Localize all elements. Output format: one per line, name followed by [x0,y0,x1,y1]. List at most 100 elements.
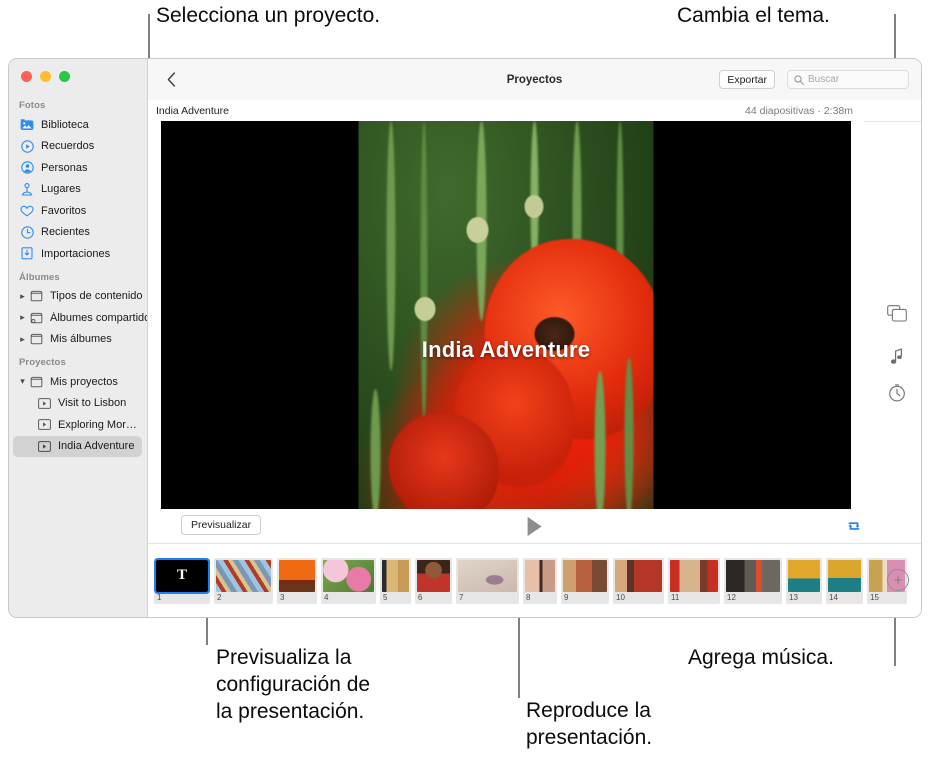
sidebar-item-tipos-de-contenido[interactable]: ▸ Tipos de contenido [9,286,147,308]
slide-preview[interactable]: India Adventure [161,120,851,511]
sidebar-item-lugares[interactable]: Lugares [9,179,147,201]
music-note-icon[interactable] [885,345,909,369]
sidebar-item-label: Tipos de contenido [50,290,143,303]
places-pin-icon [19,182,35,196]
sidebar-scroll[interactable]: Fotos Biblioteca Recuerdos Personas Luga… [9,93,148,457]
minimize-button[interactable] [40,71,51,82]
sidebar-header-fotos: Fotos [19,100,46,111]
window-traffic-lights [21,71,70,82]
screenshot-root: Selecciona un proyecto. Cambia el tema. … [0,0,931,766]
thumbnail-image [417,559,450,592]
slide-photo [358,120,654,511]
thumbnail-number: 12 [727,592,736,602]
sidebar-item-recientes[interactable]: Recientes [9,222,147,244]
sidebar-item-mis-proyectos[interactable]: ▾ Mis proyectos [9,371,147,393]
thumbnail-image [726,559,780,592]
import-icon [19,247,35,261]
people-icon [19,161,35,175]
thumbnail-number: 3 [280,592,285,602]
sidebar-item-recuerdos[interactable]: Recuerdos [9,136,147,158]
thumbnail-13[interactable]: 13 [786,557,822,604]
slide-title-text: India Adventure [421,336,591,362]
sidebar-item-mis-albumes[interactable]: ▸ Mis álbumes [9,329,147,351]
thumbnail-number: 8 [526,592,531,602]
thumbnail-7[interactable]: 7 [456,557,519,604]
sidebar-item-label: Importaciones [41,247,111,260]
sidebar-item-india-adventure[interactable]: India Adventure [13,435,142,457]
preview-button[interactable]: Previsualizar [181,515,262,535]
chevron-right-icon[interactable]: ▸ [18,313,27,322]
thumbnail-number: 4 [324,592,329,602]
thumbnail-number: 2 [217,592,222,602]
slideshow-icon [36,396,52,410]
sidebar-item-albumes-compartidos[interactable]: ▸ Álbumes compartidos [9,307,148,329]
loop-repeat-icon[interactable] [844,516,864,536]
chevron-right-icon[interactable]: ▸ [18,291,27,301]
thumbnail-1[interactable]: T 1 [154,557,210,604]
main-panel: Proyectos Exportar Buscar India Adventur… [148,59,921,617]
slide-filmstrip[interactable]: T 1 2 3 4 5 6 7 8 9 10 11 12 13 14 15 + [148,544,921,617]
sidebar-item-visit-to-lisbon[interactable]: Visit to Lisbon [9,393,147,415]
thumbnail-6[interactable]: 6 [415,557,452,604]
sidebar-item-label: Álbumes compartidos [50,311,148,324]
sidebar-item-label: Mis proyectos [50,375,118,388]
chevron-right-icon[interactable]: ▸ [18,334,27,344]
thumbnail-3[interactable]: 3 [277,557,317,604]
theme-cards-icon[interactable] [885,301,909,325]
folder-icon [28,289,44,303]
thumbnail-5[interactable]: 5 [380,557,411,604]
project-name: India Adventure [156,104,229,117]
thumbnail-14[interactable]: 14 [826,557,863,604]
callout-select-project: Selecciona un proyecto. [156,4,381,27]
thumbnail-9[interactable]: 9 [561,557,609,604]
plus-circle-icon[interactable]: + [887,569,909,591]
thumbnail-11[interactable]: 11 [668,557,720,604]
playback-controls: Previsualizar [148,509,921,544]
thumbnail-image [279,559,315,592]
thumbnail-image [670,559,718,592]
sidebar-item-biblioteca[interactable]: Biblioteca [9,114,147,136]
search-input[interactable]: Buscar [787,70,909,89]
callout-change-theme: Cambia el tema. [677,4,830,27]
thumbnail-12[interactable]: 12 [724,557,782,604]
toolbar-right-group: Exportar Buscar [719,59,909,100]
sidebar-item-exploring-mor[interactable]: Exploring Mor… [9,414,147,436]
chevron-left-icon[interactable] [162,71,180,89]
play-triangle-icon[interactable] [524,513,546,539]
slide-canvas[interactable]: India Adventure [148,120,864,511]
callout-add-music: Agrega música. [688,646,834,669]
heart-icon [19,204,35,218]
options-rail [864,121,921,510]
sidebar-header-albumes: Álbumes [19,271,60,283]
thumbnail-8[interactable]: 8 [523,557,557,604]
sidebar-item-label: Mis álbumes [50,333,112,346]
shared-folder-icon [28,311,44,325]
photos-library-icon [19,118,35,132]
sidebar-item-personas[interactable]: Personas [9,157,147,179]
thumbnail-image [615,559,662,592]
zoom-button[interactable] [59,71,70,82]
thumbnail-image [563,559,607,592]
sidebar-item-importaciones[interactable]: Importaciones [9,243,147,265]
sidebar: Fotos Biblioteca Recuerdos Personas Luga… [9,59,148,617]
search-placeholder: Buscar [808,74,840,85]
toolbar: Proyectos Exportar Buscar [148,59,921,101]
sidebar-item-favoritos[interactable]: Favoritos [9,200,147,222]
thumbnail-2[interactable]: 2 [214,557,273,604]
close-button[interactable] [21,71,32,82]
slideshow-icon [36,418,52,432]
callout-preview-config: Previsualiza la configuración de la pres… [216,646,371,723]
thumbnail-image [828,559,861,592]
project-meta: 44 diapositivas · 2:38m [745,104,853,117]
thumbnail-10[interactable]: 10 [613,557,664,604]
sidebar-item-label: Exploring Mor… [58,418,137,431]
thumbnail-image [323,559,374,592]
sidebar-item-label: Recientes [41,226,90,239]
timer-icon[interactable] [885,381,909,405]
thumbnail-number: 6 [418,592,423,602]
export-button[interactable]: Exportar [719,70,775,89]
chevron-down-icon[interactable]: ▾ [18,377,27,386]
thumbnail-number: 15 [870,592,879,602]
thumbnail-4[interactable]: 4 [321,557,376,604]
thumbnail-image [216,559,271,592]
